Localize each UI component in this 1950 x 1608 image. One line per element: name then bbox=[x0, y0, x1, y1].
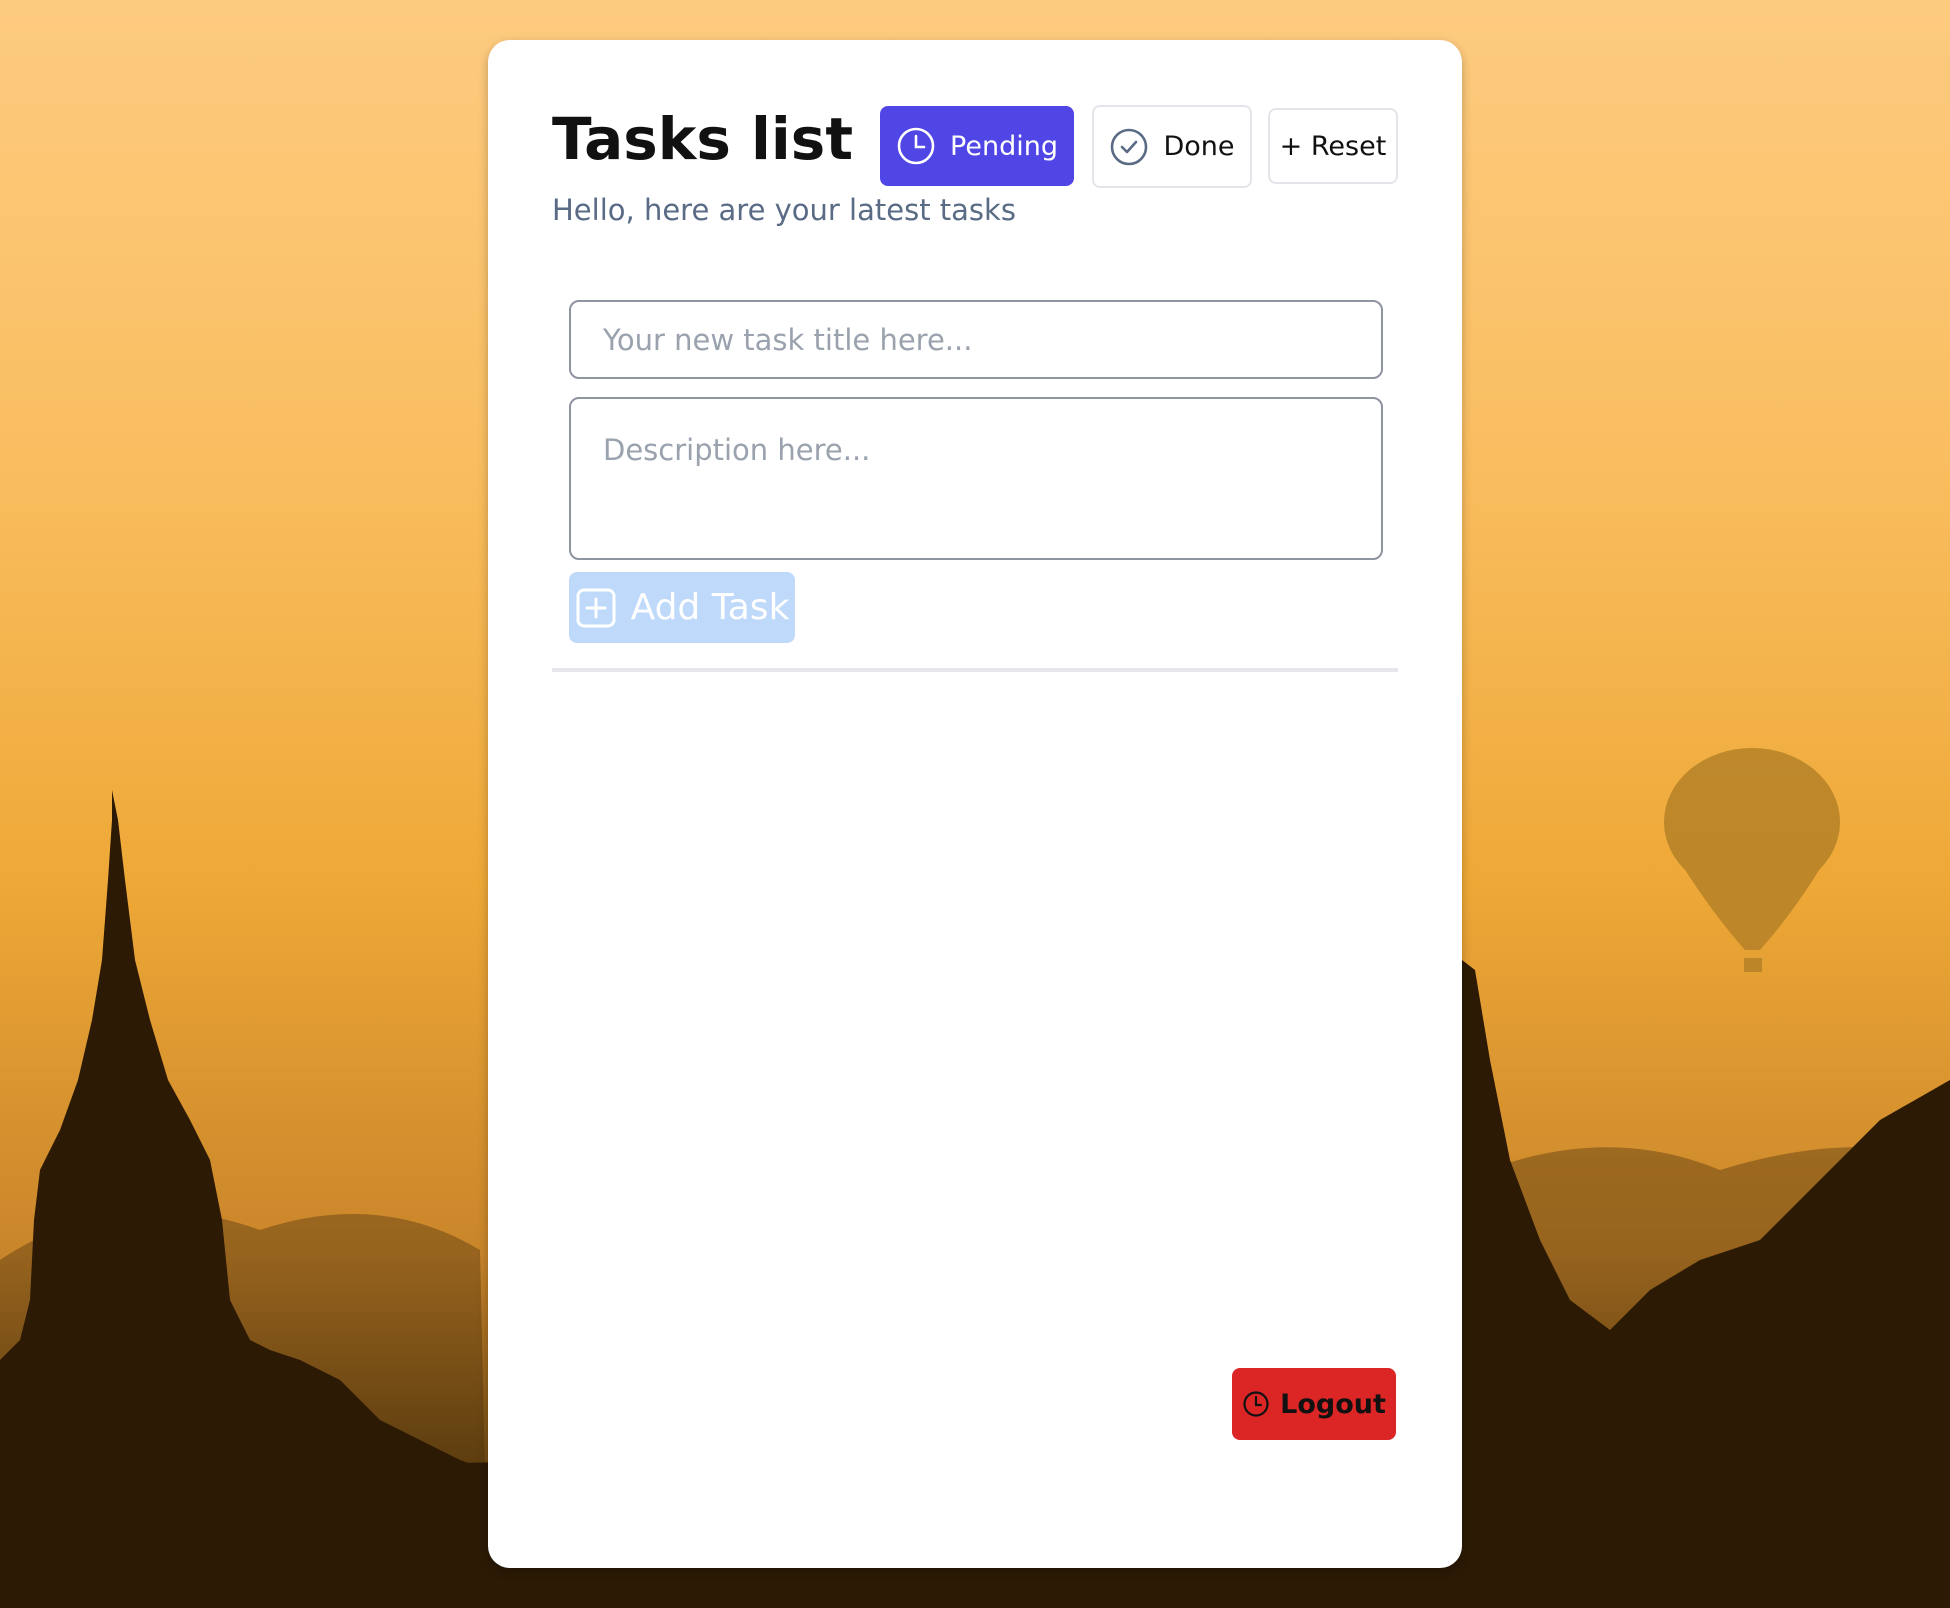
check-circle-icon bbox=[1111, 128, 1148, 165]
tasks-card: Tasks list Hello, here are your latest t… bbox=[488, 40, 1462, 1568]
done-label: Done bbox=[1163, 131, 1235, 162]
divider bbox=[552, 668, 1398, 672]
clock-icon bbox=[897, 127, 935, 165]
pending-filter-button[interactable]: Pending bbox=[880, 106, 1074, 186]
page-subtitle: Hello, here are your latest tasks bbox=[552, 193, 1016, 227]
clock-icon bbox=[1243, 1391, 1269, 1417]
reset-button[interactable]: + Reset bbox=[1268, 108, 1398, 184]
pending-label: Pending bbox=[950, 130, 1058, 162]
task-description-textarea[interactable] bbox=[569, 397, 1383, 560]
reset-label: + Reset bbox=[1279, 130, 1387, 162]
task-title-input[interactable] bbox=[569, 300, 1383, 379]
logout-button[interactable]: Logout bbox=[1232, 1368, 1396, 1440]
add-task-button[interactable]: Add Task bbox=[569, 572, 795, 643]
add-task-label: Add Task bbox=[630, 587, 790, 628]
page-title: Tasks list bbox=[552, 105, 854, 173]
done-filter-button[interactable]: Done bbox=[1092, 105, 1252, 188]
logout-label: Logout bbox=[1280, 1388, 1386, 1420]
plus-square-icon bbox=[576, 588, 616, 627]
